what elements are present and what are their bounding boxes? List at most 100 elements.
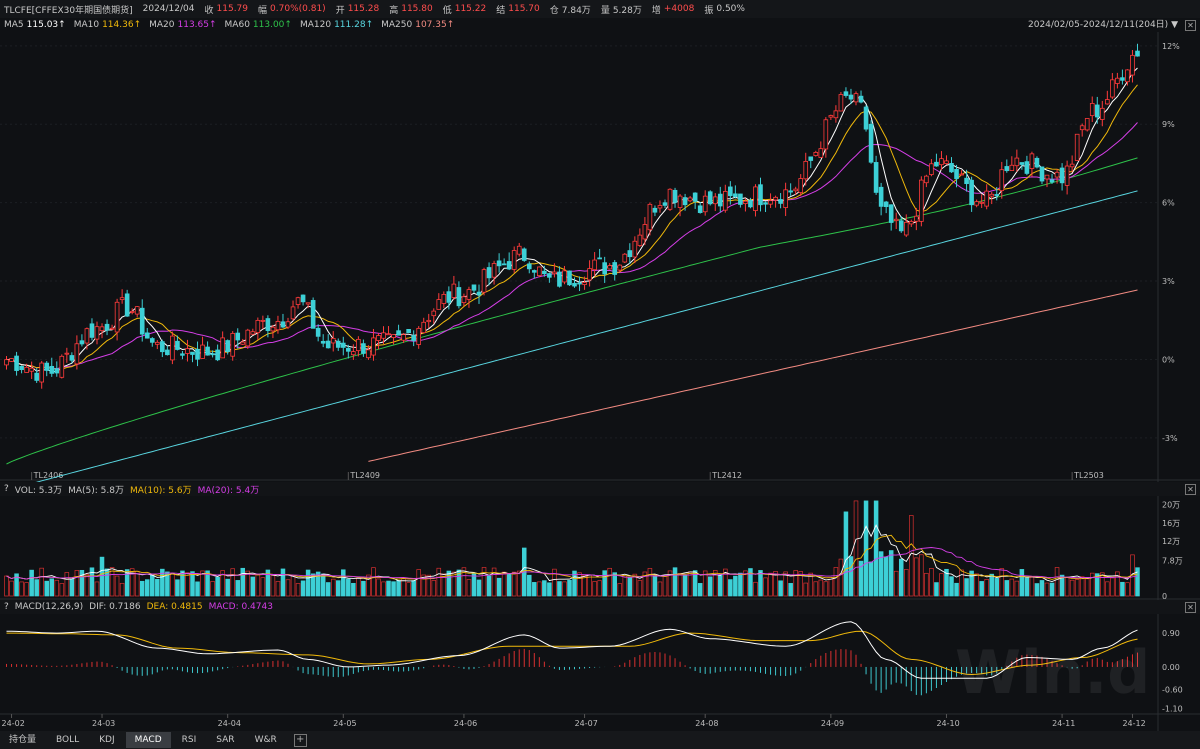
close-icon[interactable]: ✕ [1185,484,1196,495]
add-tab-icon[interactable]: + [293,733,307,747]
volume-bar [270,575,276,597]
volume-bar [1105,581,1110,597]
open-value: 115.28 [347,4,380,14]
volume-bar [325,582,331,597]
vol-y-tick: 20万 [1162,501,1180,510]
volume-bar [74,570,80,597]
volume-bar [662,575,668,597]
volume-bar [396,580,401,597]
candle [190,351,195,363]
dropdown-icon[interactable]: ▼ [1171,20,1178,30]
tab-3[interactable]: MACD [125,732,171,748]
settle-value: 115.70 [508,4,540,14]
volume-bar [501,571,507,597]
candle [637,228,643,247]
candle [622,252,628,264]
volume-bar [190,571,195,597]
watermark-logo: Win.d [955,638,1151,708]
candle [89,318,95,341]
volume-bar [235,580,240,597]
quote-info-bar: TLCFE[CFFEX30年期国债期货] 2024/12/04 收 115.79… [0,0,1200,18]
candle [712,193,718,212]
x-tick-label: 24-05 [333,719,356,728]
volume-bar [356,577,361,597]
kline-chart[interactable]: 12% 9% 6% 3% 0% -3% TL2406 TL2409 TL2412 TL2503 [0,32,1200,482]
tab-1[interactable]: BOLL [47,732,88,748]
volume-bar [527,574,532,597]
volume-bar [451,571,457,597]
volume-bar [250,576,256,597]
volume-bar [823,581,829,597]
candle [818,141,824,158]
volume-bar [416,569,421,597]
candle [944,155,949,165]
candle [888,204,894,231]
candle [753,184,758,217]
volume-chart[interactable]: 20万 16万 12万 7.8万 0 [0,496,1200,600]
close-icon[interactable]: ✕ [1185,602,1196,613]
macd-settings-icon[interactable]: ? [4,602,9,612]
tab-2[interactable]: KDJ [90,732,124,748]
candle [1120,69,1125,85]
volume-bar [994,578,1000,597]
candle [893,212,899,229]
tab-4[interactable]: RSI [173,732,206,748]
oichg-value: +4008 [663,4,695,14]
candle [1115,72,1120,89]
candle [1034,156,1040,169]
candle [129,308,135,315]
volume-bar [64,572,70,597]
amp-label: 振 [704,5,714,16]
vol-value-label: VOL: 5.3万 [14,485,63,496]
candle [280,313,286,329]
tab-5[interactable]: SAR [207,732,243,748]
tab-0[interactable]: 持仓量 [0,732,45,748]
volume-bar [346,578,351,597]
ma-legend-ma10: MA10 [73,20,100,30]
volume-bar [255,574,261,597]
candle [165,345,170,356]
oi-value: 7.84万 [561,5,591,16]
ma-line-ma5 [6,67,1138,373]
vol-legend: ? VOL: 5.3万 MA(5): 5.8万 MA(10): 5.6万 MA(… [0,482,1200,496]
candle [446,286,452,310]
candle [1064,160,1070,195]
volume-bar [99,556,105,597]
candle [798,174,804,197]
volume-bar [848,556,854,597]
candle [1110,73,1115,100]
volume-bar [336,580,341,597]
y-tick-label: 0% [1162,355,1175,364]
volume-bar [803,582,808,597]
ma-legend-value: 107.35↑ [415,20,455,30]
tab-6[interactable]: W&R [246,732,286,748]
candle [39,360,45,389]
candle [104,319,110,336]
volume-bar [240,567,246,597]
candle [1009,156,1015,171]
change-value: 0.70%(0.81) [270,4,326,14]
volume-bar [446,570,452,597]
candle [682,193,688,211]
volume-bar [602,570,607,597]
date-range-label: 2024/02/05-2024/12/11(204日) [1028,20,1169,30]
volume-bar [1019,569,1025,597]
volume-bar [738,572,743,597]
candle [99,323,105,339]
contract-label: TL2503 [1073,471,1104,480]
volume-bar [1029,576,1035,597]
volume-bar [195,581,200,597]
candle [567,270,572,286]
vol-settings-icon[interactable]: ? [4,484,9,494]
date-range[interactable]: 2024/02/05-2024/12/11(204日) ▼ [1028,18,1178,32]
close-icon[interactable]: ✕ [1185,20,1196,31]
volume-bar [1120,581,1125,597]
candle [592,252,597,277]
volume-bar [929,567,934,597]
candle [1074,133,1080,161]
macd-y-tick: -1.10 [1162,704,1183,713]
volume-bar [285,579,291,597]
candle [908,219,914,227]
indicator-tabs: 持仓量 BOLL KDJ MACD RSI SAR W&R + [0,731,1200,749]
high-value: 115.80 [401,4,433,14]
